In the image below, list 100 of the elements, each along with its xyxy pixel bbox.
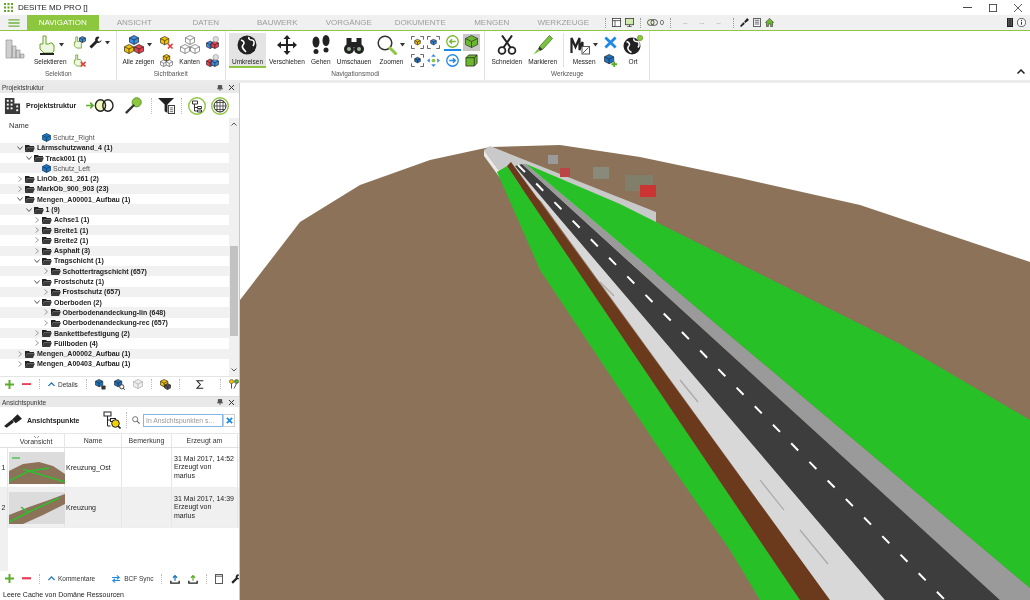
- magnifier-icon[interactable]: [125, 97, 143, 115]
- chevron-down-icon[interactable]: [17, 145, 23, 150]
- dropdown-caret-icon[interactable]: [147, 43, 153, 47]
- chevron-down-icon[interactable]: [25, 156, 32, 160]
- cube-database-icon[interactable]: [94, 378, 106, 390]
- chevron-down-icon[interactable]: [34, 300, 40, 305]
- move-arrows-icon: [276, 35, 297, 55]
- scroll-down-icon[interactable]: [231, 368, 237, 373]
- wireframe-cubes-icon: [179, 35, 200, 55]
- search-icon: [132, 416, 141, 424]
- folder-icon: [42, 226, 52, 235]
- monitor-icon[interactable]: [625, 18, 634, 27]
- node-graph-icon[interactable]: [228, 379, 239, 390]
- window-title: DESITE MD PRO []: [18, 3, 88, 12]
- cubes-icon: [124, 35, 145, 55]
- folder-icon: [50, 267, 61, 276]
- folder-icon: [25, 174, 35, 183]
- remove-icon[interactable]: [22, 382, 31, 386]
- upload-icon[interactable]: [170, 573, 181, 584]
- scroll-up-icon[interactable]: [231, 122, 237, 127]
- upload-icon[interactable]: [188, 573, 199, 584]
- folder-icon: [42, 246, 52, 255]
- magnifier-icon: [377, 35, 398, 55]
- cubes-ring-icon[interactable]: [205, 36, 219, 49]
- folder-icon: [33, 205, 44, 214]
- layout-icon[interactable]: [612, 18, 621, 27]
- film-icon[interactable]: [1007, 18, 1013, 27]
- hand-cube-icon[interactable]: [72, 36, 86, 49]
- dropdown-caret-icon[interactable]: [104, 40, 110, 45]
- back-arrow-icon[interactable]: [444, 34, 462, 51]
- road-preview-image: [9, 491, 65, 524]
- flashlight-icon[interactable]: [739, 18, 749, 27]
- cross-icon[interactable]: [604, 36, 618, 49]
- measure-icon: [570, 35, 591, 55]
- sync-arrows-icon: [111, 574, 122, 583]
- grid-globe-icon[interactable]: [211, 96, 230, 115]
- wrench-icon[interactable]: [88, 36, 102, 49]
- maximize-icon[interactable]: [989, 3, 997, 12]
- clear-button[interactable]: [223, 413, 235, 427]
- scrollbar-thumb[interactable]: [230, 246, 238, 337]
- add-icon[interactable]: [5, 379, 14, 389]
- row-header-background: [0, 528, 8, 571]
- frame-cube-icon[interactable]: [411, 36, 425, 49]
- cube-remove-icon[interactable]: [160, 36, 174, 49]
- cube-icon: [42, 163, 51, 173]
- close-icon[interactable]: [229, 399, 234, 405]
- chevron-down-icon[interactable]: [34, 279, 40, 284]
- folder-icon: [42, 277, 52, 286]
- close-icon: [225, 416, 233, 424]
- folder-icon: [50, 287, 61, 296]
- info-icon[interactable]: [1017, 18, 1026, 27]
- chevron-up-icon[interactable]: [1017, 69, 1025, 74]
- folder-icon: [42, 339, 52, 348]
- marker-pen-icon: [532, 35, 553, 55]
- chevron-down-icon[interactable]: [25, 207, 32, 212]
- frame-cube-icon[interactable]: [411, 54, 425, 67]
- tree-search-icon[interactable]: [103, 411, 122, 429]
- folder-icon: [25, 143, 35, 152]
- cubes-ring-icon[interactable]: [205, 54, 219, 67]
- pin-icon[interactable]: [217, 84, 223, 91]
- cubes-outline-icon[interactable]: [160, 54, 174, 67]
- wrench-icon[interactable]: [231, 573, 239, 584]
- folder-icon: [25, 359, 35, 368]
- stairs-icon[interactable]: [5, 39, 25, 59]
- road-preview-image: [9, 451, 65, 484]
- window-icon[interactable]: [215, 573, 224, 584]
- hand-remove-icon[interactable]: [72, 54, 86, 67]
- folder-icon: [42, 257, 52, 265]
- sum-icon[interactable]: [195, 379, 204, 389]
- pointer-hand-icon: [36, 35, 57, 55]
- frame-cube-icon[interactable]: [427, 36, 441, 49]
- dropdown-caret-icon[interactable]: [400, 43, 406, 47]
- home-icon[interactable]: [764, 18, 774, 27]
- list-icon[interactable]: [752, 18, 761, 27]
- caret-up-icon: [48, 576, 55, 581]
- arrow-rings-icon[interactable]: [86, 99, 115, 113]
- chevron-down-icon[interactable]: [17, 197, 23, 202]
- folder-icon: [50, 318, 61, 327]
- chevron-down-icon[interactable]: [34, 259, 40, 263]
- scrollbar[interactable]: [229, 118, 239, 377]
- cube-search-icon[interactable]: [113, 378, 125, 390]
- close-icon[interactable]: [1014, 3, 1022, 12]
- footprints-icon: [310, 35, 331, 55]
- folder-icon: [25, 349, 35, 358]
- add-icon[interactable]: [5, 574, 14, 583]
- funnel-icon[interactable]: [158, 97, 176, 115]
- shaded-cube-icon[interactable]: [463, 34, 481, 51]
- folder-icon: [42, 236, 52, 245]
- hierarchy-icon[interactable]: [188, 96, 207, 115]
- pin-icon[interactable]: [217, 399, 223, 405]
- dropdown-caret-icon[interactable]: [593, 43, 599, 47]
- caret-up-icon: [48, 381, 55, 387]
- close-icon[interactable]: [229, 85, 234, 91]
- box-icon[interactable]: [463, 53, 481, 70]
- cube-add-icon[interactable]: [604, 54, 618, 67]
- cube-stack-icon[interactable]: [159, 378, 171, 390]
- folder-icon: [42, 298, 52, 307]
- flashlight-icon[interactable]: [4, 412, 22, 428]
- building-icon[interactable]: [4, 97, 21, 115]
- dropdown-caret-icon[interactable]: [59, 43, 65, 47]
